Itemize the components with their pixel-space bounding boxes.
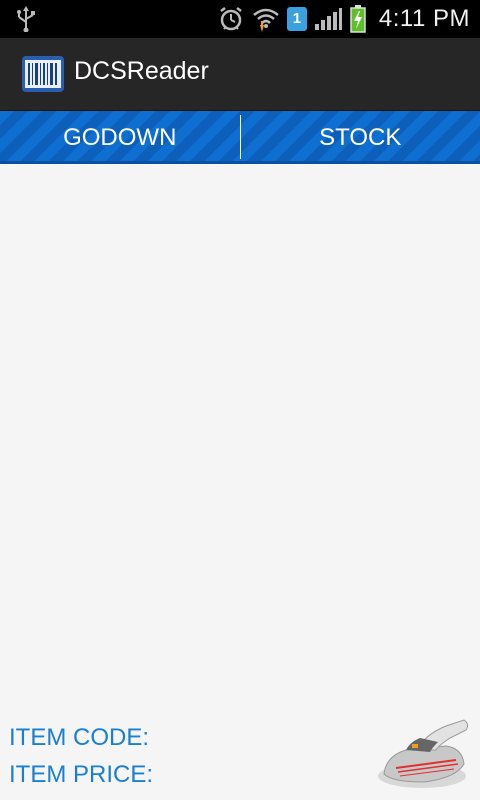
clock: 4:11 PM [378,5,470,32]
barcode-icon[interactable] [22,56,64,92]
item-code-label: ITEM CODE: [9,724,150,751]
action-bar: DCSReader [0,38,480,112]
alarm-icon [220,7,242,31]
signal-icon [314,8,342,30]
barcode-scanner-icon[interactable] [376,716,472,792]
battery-charging-icon [350,5,366,33]
tab-bar: GODOWN STOCK [0,111,480,164]
app-title: DCSReader [74,57,209,85]
status-icons: 1 4:11 PM [217,0,470,38]
item-price-label: ITEM PRICE: [9,761,154,788]
sim-badge: 1 [286,7,307,31]
usb-icon [17,6,35,32]
wifi-icon [253,8,279,32]
tab-stock[interactable]: STOCK [241,111,480,164]
status-bar: 1 4:11 PM [0,0,480,38]
tab-godown[interactable]: GODOWN [0,111,240,164]
content-area: ITEM CODE: ITEM PRICE: [0,164,480,800]
